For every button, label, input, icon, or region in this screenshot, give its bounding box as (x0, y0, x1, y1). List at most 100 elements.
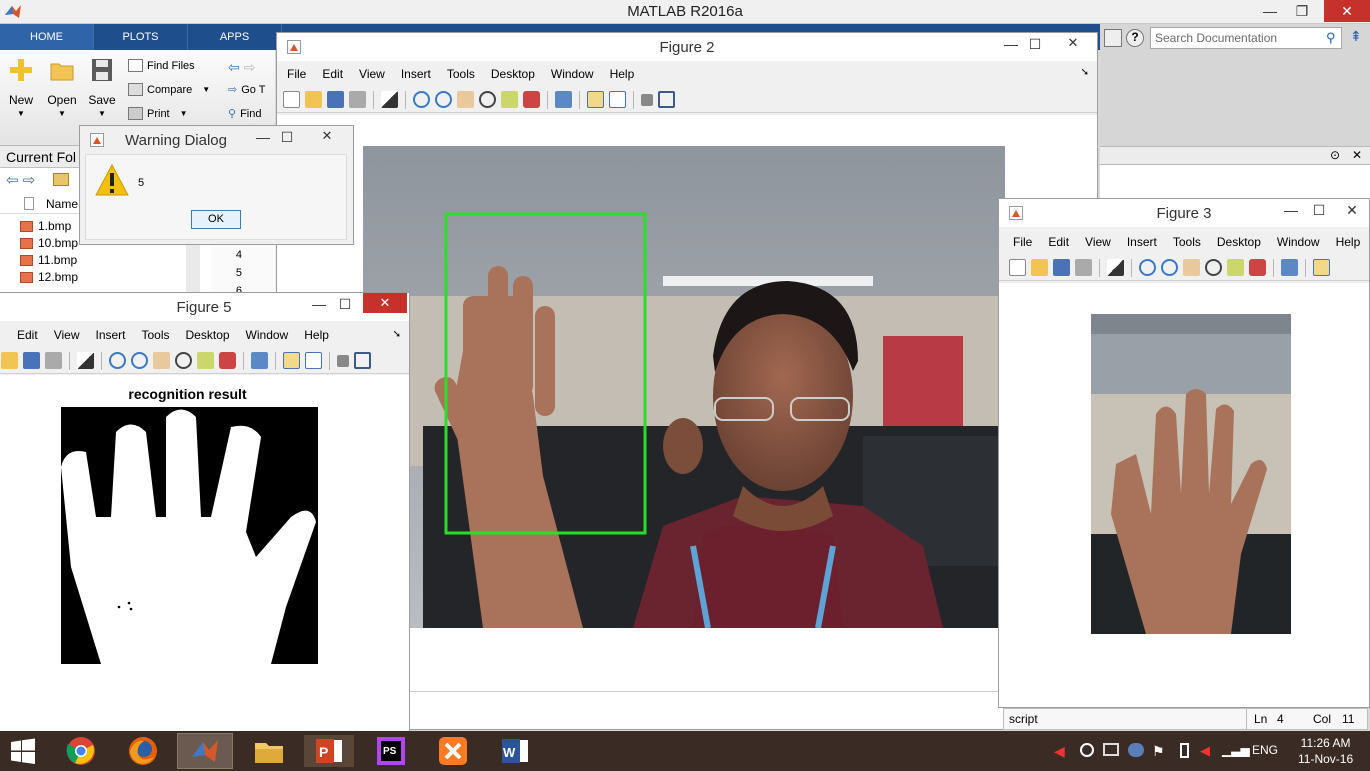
warning-minimize-button[interactable]: — (251, 129, 275, 145)
rotate-icon[interactable] (1205, 259, 1222, 276)
warning-close-button[interactable]: ✕ (305, 126, 349, 146)
clock[interactable]: 11:26 AM 11-Nov-16 (1298, 736, 1353, 766)
menu-view[interactable]: View (46, 328, 88, 342)
dock-arrow-icon[interactable]: ➘ (1081, 67, 1089, 78)
sound-muted-icon[interactable]: ◀ (1200, 743, 1210, 759)
signal-icon[interactable]: ▁▃▅ (1222, 743, 1250, 757)
close-button[interactable]: ✕ (1324, 0, 1370, 22)
record-icon[interactable] (1080, 743, 1094, 757)
figure5-maximize-button[interactable]: ☐ (333, 296, 357, 313)
network-sync-icon[interactable] (1128, 743, 1144, 757)
pointer-icon[interactable] (381, 91, 398, 108)
file-item[interactable]: 1.bmp (20, 219, 71, 233)
taskbar-chrome[interactable] (58, 735, 104, 767)
taskbar-phpstorm[interactable]: PS (368, 735, 414, 767)
find-files-button[interactable]: Find Files (128, 59, 195, 72)
volume-muted-icon[interactable]: ◀ (1054, 743, 1065, 760)
menu-desktop[interactable]: Desktop (483, 67, 543, 81)
menu-file[interactable]: File (279, 67, 314, 81)
tab-apps[interactable]: APPS (188, 24, 282, 50)
new-figure-icon[interactable] (283, 91, 300, 108)
pointer-icon[interactable] (77, 352, 94, 369)
taskbar-matlab[interactable] (177, 733, 233, 769)
data-cursor-icon[interactable] (501, 91, 518, 108)
menu-desktop[interactable]: Desktop (178, 328, 238, 342)
menu-edit[interactable]: Edit (314, 67, 351, 81)
open-file-icon[interactable] (1, 352, 18, 369)
compare-button[interactable]: Compare ▼ (128, 83, 210, 96)
layout-icon[interactable] (1104, 29, 1122, 47)
zoom-out-icon[interactable] (435, 91, 452, 108)
pan-icon[interactable] (1183, 259, 1200, 276)
warning-maximize-button[interactable]: ☐ (275, 129, 299, 146)
menu-tools[interactable]: Tools (439, 67, 483, 81)
data-cursor-icon[interactable] (197, 352, 214, 369)
figure2-maximize-button[interactable]: ☐ (1023, 36, 1047, 53)
flag-icon[interactable]: ⚑ (1152, 743, 1165, 760)
figure3-minimize-button[interactable]: — (1279, 202, 1303, 218)
file-item[interactable]: 11.bmp (20, 253, 77, 267)
show-plot-tools-icon[interactable] (658, 91, 675, 108)
link-icon[interactable] (251, 352, 268, 369)
zoom-in-icon[interactable] (109, 352, 126, 369)
menu-tools[interactable]: Tools (1165, 235, 1209, 249)
new-button[interactable]: New ▼ (2, 58, 40, 118)
zoom-out-icon[interactable] (131, 352, 148, 369)
taskbar-file-explorer[interactable] (244, 735, 294, 767)
menu-window[interactable]: Window (238, 328, 297, 342)
taskbar-word[interactable]: W (492, 735, 538, 767)
figure5-minimize-button[interactable]: — (307, 296, 331, 312)
taskbar-xampp[interactable] (430, 735, 476, 767)
figure3-close-button[interactable]: ✕ (1337, 202, 1367, 219)
save-figure-icon[interactable] (23, 352, 40, 369)
open-file-icon[interactable] (1031, 259, 1048, 276)
tab-home[interactable]: HOME (0, 24, 94, 50)
link-icon[interactable] (555, 91, 572, 108)
panel-options-icon[interactable]: ⊙ (1330, 148, 1340, 162)
save-figure-icon[interactable] (1053, 259, 1070, 276)
panel-close-icon[interactable]: ✕ (1352, 148, 1362, 162)
save-button[interactable]: Save ▼ (83, 58, 121, 118)
find-button[interactable]: ⚲ Find (228, 107, 261, 121)
legend-icon[interactable] (305, 352, 322, 369)
menu-tools[interactable]: Tools (134, 328, 178, 342)
menu-help[interactable]: Help (296, 328, 337, 342)
folder-back-icon[interactable]: ⇦ ⇨ (6, 171, 35, 189)
print-figure-icon[interactable] (349, 91, 366, 108)
brush-icon[interactable] (219, 352, 236, 369)
column-name[interactable]: Name (46, 197, 78, 211)
brush-icon[interactable] (1249, 259, 1266, 276)
menu-insert[interactable]: Insert (1119, 235, 1165, 249)
zoom-out-icon[interactable] (1161, 259, 1178, 276)
tab-plots[interactable]: PLOTS (94, 24, 188, 50)
menu-desktop[interactable]: Desktop (1209, 235, 1269, 249)
menu-file[interactable]: File (1005, 235, 1040, 249)
rotate-icon[interactable] (175, 352, 192, 369)
data-cursor-icon[interactable] (1227, 259, 1244, 276)
taskbar-powerpoint[interactable]: P (304, 735, 354, 767)
menu-help[interactable]: Help (1328, 235, 1369, 249)
back-nav-icon[interactable]: ⇦ ⇨ (228, 59, 255, 76)
up-folder-icon[interactable] (53, 173, 69, 186)
menu-edit[interactable]: Edit (1040, 235, 1077, 249)
menu-view[interactable]: View (351, 67, 393, 81)
menu-window[interactable]: Window (1269, 235, 1328, 249)
colorbar-icon[interactable] (1313, 259, 1330, 276)
ok-button[interactable]: OK (191, 210, 241, 229)
zoom-in-icon[interactable] (1139, 259, 1156, 276)
dock-arrow-icon[interactable]: ➘ (393, 329, 401, 340)
menu-insert[interactable]: Insert (87, 328, 133, 342)
pointer-icon[interactable] (1107, 259, 1124, 276)
menu-help[interactable]: Help (602, 67, 643, 81)
pan-icon[interactable] (153, 352, 170, 369)
menu-window[interactable]: Window (543, 67, 602, 81)
restore-button[interactable]: ❐ (1280, 0, 1324, 22)
menu-edit[interactable]: Edit (9, 328, 46, 342)
open-file-icon[interactable] (305, 91, 322, 108)
print-button[interactable]: Print ▼ (128, 107, 188, 120)
rotate-icon[interactable] (479, 91, 496, 108)
pan-icon[interactable] (457, 91, 474, 108)
hide-plot-tools-icon[interactable] (641, 93, 653, 106)
search-icon[interactable]: ⚲ (1326, 30, 1336, 46)
figure2-minimize-button[interactable]: — (999, 36, 1023, 52)
